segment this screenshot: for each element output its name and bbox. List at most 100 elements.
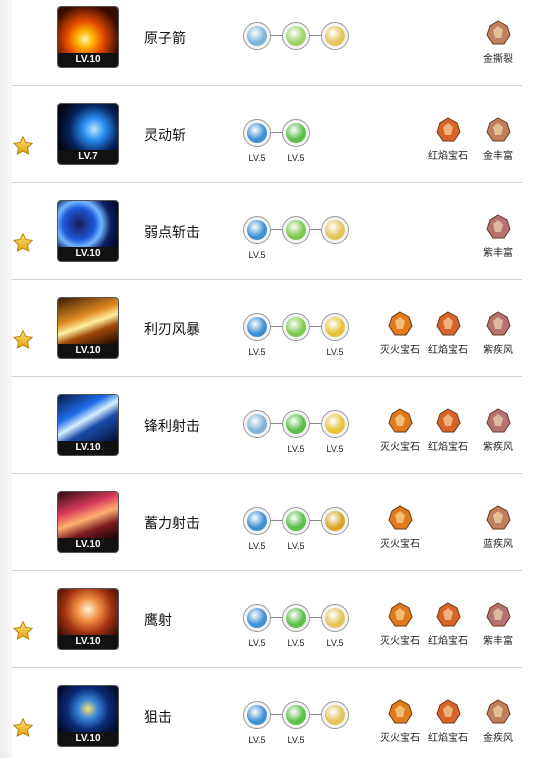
skill-art-image (58, 686, 118, 732)
rune-slot[interactable] (282, 313, 310, 341)
gem-slot[interactable]: 灭火宝石 (374, 408, 426, 453)
gem-label: 金疾风 (483, 733, 513, 744)
gem-slot[interactable]: 蓝疾风 (472, 505, 524, 550)
rune-icon (243, 119, 271, 147)
skill-art-image (58, 201, 118, 247)
skill-art-image (58, 104, 118, 150)
rune-icon (282, 410, 310, 438)
rune-icon (282, 701, 310, 729)
rune-slot[interactable]: LV.5 (243, 313, 271, 357)
gem-slot[interactable]: 金撕裂 (472, 20, 524, 65)
gem-slot[interactable]: 灭火宝石 (374, 699, 426, 744)
rune-icon (282, 119, 310, 147)
rune-slot[interactable] (321, 216, 349, 244)
rune-slot[interactable] (321, 22, 349, 50)
skill-icon[interactable]: LV.10 (58, 686, 118, 746)
skill-name: 鹰射 (144, 612, 172, 628)
rune-level-label: LV.5 (287, 541, 305, 551)
row-divider (12, 182, 522, 183)
rune-level-label: LV.5 (326, 444, 344, 454)
gem-label: 红焰宝石 (428, 151, 468, 162)
rune-slot[interactable]: LV.5 (282, 507, 310, 551)
skill-icon[interactable]: LV.7 (58, 104, 118, 164)
row-divider (12, 279, 522, 280)
favorite-star-icon[interactable] (12, 329, 34, 351)
rune-slot[interactable] (243, 22, 271, 50)
gem-slot[interactable]: 红焰宝石 (422, 408, 474, 453)
rune-slot[interactable] (282, 22, 310, 50)
rune-connector (271, 35, 282, 36)
rune-connector (271, 326, 282, 327)
favorite-star-icon[interactable] (12, 717, 34, 739)
rune-slot[interactable]: LV.5 (243, 119, 271, 163)
gem-slot[interactable]: 灭火宝石 (374, 602, 426, 647)
gem-slot[interactable]: 紫疾风 (472, 311, 524, 356)
gem-slot[interactable]: 红焰宝石 (422, 699, 474, 744)
rune-slot[interactable] (282, 216, 310, 244)
rune-icon (321, 410, 349, 438)
rune-level-label: LV.5 (248, 638, 266, 648)
gem-slot[interactable]: 金丰富 (472, 117, 524, 162)
rune-connector (310, 35, 321, 36)
gem-slot[interactable]: 紫丰富 (472, 214, 524, 259)
gem-icon (435, 699, 461, 725)
gem-slot[interactable]: 灭火宝石 (374, 311, 426, 356)
rune-slot[interactable]: LV.5 (243, 507, 271, 551)
skill-icon[interactable]: LV.10 (58, 7, 118, 67)
rune-slot[interactable]: LV.5 (282, 410, 310, 454)
rune-slot[interactable]: LV.5 (282, 604, 310, 648)
rune-slot[interactable]: LV.5 (321, 604, 349, 648)
rune-slot[interactable] (243, 410, 271, 438)
rune-connector (310, 617, 321, 618)
skill-level-label: LV.10 (58, 635, 118, 649)
rune-connector (271, 520, 282, 521)
gem-slot[interactable]: 红焰宝石 (422, 311, 474, 356)
rune-slot[interactable]: LV.5 (282, 119, 310, 163)
skill-icon[interactable]: LV.10 (58, 395, 118, 455)
skill-row: LV.10 原子箭 金撕裂 (0, 0, 556, 97)
rune-level-label: LV.5 (326, 347, 344, 357)
rune-slot[interactable]: LV.5 (243, 701, 271, 745)
rune-slot[interactable]: LV.5 (321, 313, 349, 357)
rune-slot[interactable]: LV.5 (243, 604, 271, 648)
skill-name: 狙击 (144, 709, 172, 725)
skill-icon[interactable]: LV.10 (58, 492, 118, 552)
favorite-star-icon[interactable] (12, 620, 34, 642)
gem-slot[interactable]: 红焰宝石 (422, 602, 474, 647)
skill-icon[interactable]: LV.10 (58, 589, 118, 649)
gem-slot[interactable]: 金疾风 (472, 699, 524, 744)
favorite-star-icon[interactable] (12, 135, 34, 157)
skill-level-label: LV.10 (58, 732, 118, 746)
rune-level-label: LV.5 (248, 347, 266, 357)
skill-row: LV.10 锋利射击 LV.5 LV.5 灭火宝石 红焰宝石 紫疾风 (0, 388, 556, 485)
gem-slot[interactable]: 紫丰富 (472, 602, 524, 647)
gem-icon (485, 117, 511, 143)
skill-icon[interactable]: LV.10 (58, 201, 118, 261)
rune-slot[interactable] (321, 507, 349, 535)
skill-row: LV.10 狙击 LV.5 LV.5 灭火宝石 红焰宝石 金疾风 (0, 679, 556, 776)
rune-level-label: LV.5 (287, 638, 305, 648)
skill-row: LV.10 弱点斩击 LV.5 紫丰富 (0, 194, 556, 291)
gem-slot[interactable]: 灭火宝石 (374, 505, 426, 550)
rune-connector (310, 520, 321, 521)
favorite-star-icon[interactable] (12, 232, 34, 254)
rune-slot[interactable]: LV.5 (321, 410, 349, 454)
gem-icon (435, 311, 461, 337)
skill-row: LV.10 蓄力射击 LV.5 LV.5 灭火宝石 蓝疾风 (0, 485, 556, 582)
rune-slot[interactable]: LV.5 (243, 216, 271, 260)
rune-level-label: LV.5 (326, 638, 344, 648)
skill-level-label: LV.10 (58, 441, 118, 455)
gem-slot[interactable]: 紫疾风 (472, 408, 524, 453)
rune-slot[interactable] (321, 701, 349, 729)
rune-slot[interactable]: LV.5 (282, 701, 310, 745)
gem-label: 红焰宝石 (428, 442, 468, 453)
rune-icon (243, 507, 271, 535)
skill-icon[interactable]: LV.10 (58, 298, 118, 358)
rune-icon (282, 313, 310, 341)
gem-slot[interactable]: 红焰宝石 (422, 117, 474, 162)
gem-label: 紫丰富 (483, 248, 513, 259)
skill-row: LV.10 利刃风暴 LV.5 LV.5 灭火宝石 红焰宝石 紫疾风 (0, 291, 556, 388)
gem-icon (485, 699, 511, 725)
gem-icon (387, 408, 413, 434)
gem-icon (387, 602, 413, 628)
